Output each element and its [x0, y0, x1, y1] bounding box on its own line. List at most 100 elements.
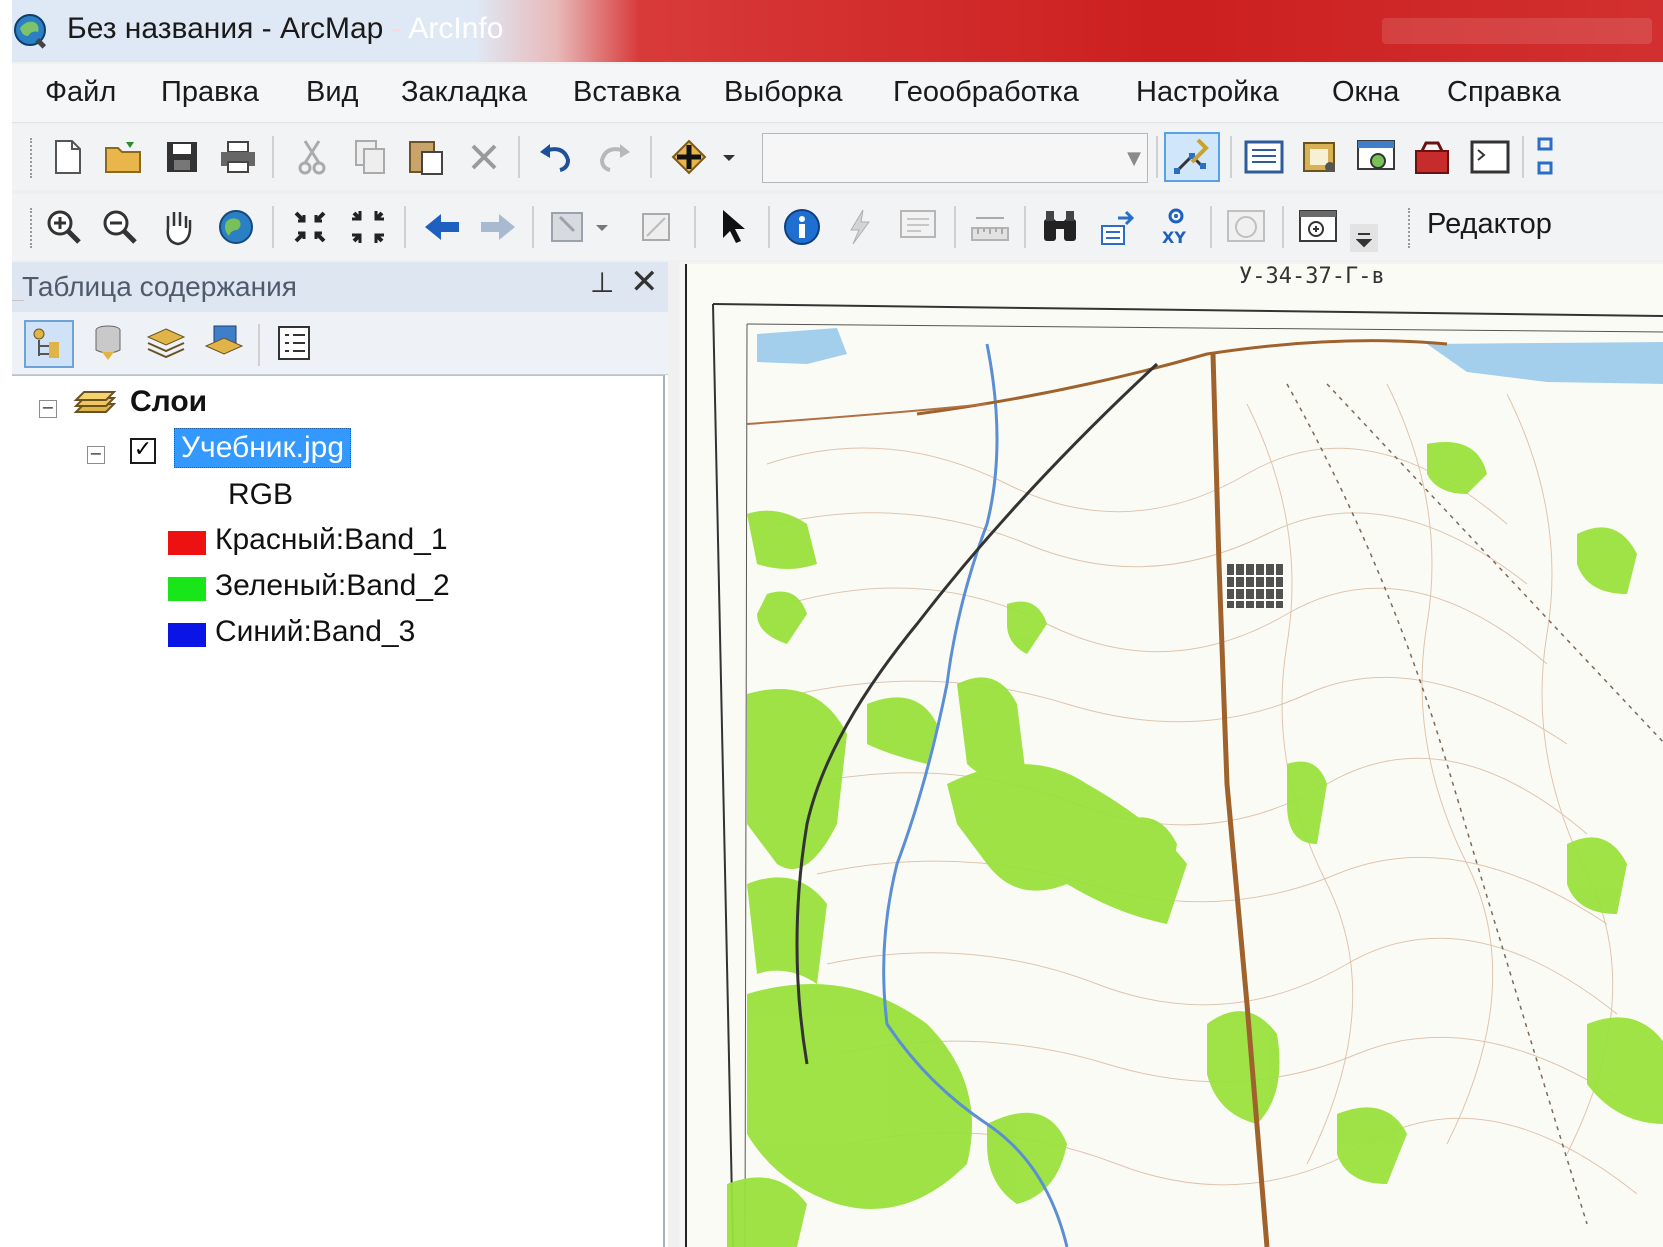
go-to-xy-icon[interactable]: XY: [1154, 205, 1198, 249]
toc-header: Таблица содержания ⊥ ✕: [12, 262, 668, 312]
save-icon[interactable]: [160, 135, 204, 179]
title-bar: Без названия - ArcMap - ArcInfo: [12, 0, 1663, 62]
layer-visibility-checkbox[interactable]: ✓: [130, 438, 156, 464]
copy-icon[interactable]: [348, 135, 392, 179]
toolbar-grip[interactable]: [1408, 208, 1414, 248]
menu-windows[interactable]: Окна: [1332, 76, 1399, 109]
editor-toolbar-icon[interactable]: [1164, 132, 1220, 182]
divider-line: [12, 300, 24, 301]
full-extent-globe-icon[interactable]: [214, 205, 258, 249]
arctoolbox-icon[interactable]: [1410, 135, 1454, 179]
python-window-icon[interactable]: [1468, 135, 1512, 179]
blue-band-swatch[interactable]: [168, 623, 206, 647]
print-icon[interactable]: [216, 135, 260, 179]
raster-layer-name[interactable]: Учебник.jpg: [174, 428, 352, 468]
toolbar-separator: [954, 206, 956, 248]
undo-icon[interactable]: [534, 135, 578, 179]
find-binoculars-icon[interactable]: [1038, 205, 1082, 249]
title-blur: [1382, 18, 1652, 44]
toc-title: Таблица содержания: [22, 271, 297, 302]
paste-icon[interactable]: [404, 135, 448, 179]
svg-text:XY: XY: [1162, 228, 1186, 247]
close-icon[interactable]: ✕: [630, 262, 659, 302]
hyperlink-icon[interactable]: [838, 205, 882, 249]
fixed-zoom-out-icon[interactable]: [346, 205, 390, 249]
list-by-visibility-icon[interactable]: [144, 321, 188, 365]
editor-menu-button[interactable]: Редактор: [1427, 208, 1552, 241]
red-band-label: Красный:Band_1: [215, 523, 448, 556]
zoom-out-icon[interactable]: [98, 205, 142, 249]
green-band-swatch[interactable]: [168, 577, 206, 601]
menu-geoprocessing[interactable]: Геообработка: [893, 76, 1079, 109]
toolbar-separator: [1230, 136, 1232, 178]
time-slider-icon[interactable]: [1224, 205, 1268, 249]
layer-tree: − Слои − ✓ Учебник.jpg RGB Красный:Band_…: [12, 375, 665, 1247]
map-display[interactable]: У-34-37-Г-в: [679, 262, 1663, 1247]
menu-selection[interactable]: Выборка: [724, 76, 843, 109]
toolbar-grip[interactable]: [30, 208, 36, 248]
menu-bookmarks[interactable]: Закладка: [401, 76, 527, 109]
zoom-in-icon[interactable]: [42, 205, 86, 249]
menu-insert[interactable]: Вставка: [573, 76, 681, 109]
select-elements-arrow-icon[interactable]: [710, 205, 754, 249]
toolbar-options-chevron-icon[interactable]: [1350, 224, 1378, 252]
toolbar-separator: [694, 206, 696, 248]
search-window-icon[interactable]: [1354, 135, 1398, 179]
toolbar-grip[interactable]: [30, 138, 36, 178]
toolbar-separator: [532, 206, 534, 248]
fixed-zoom-in-icon[interactable]: [288, 205, 332, 249]
magnifier-window-icon[interactable]: [1296, 205, 1340, 249]
toolbar-separator: [1024, 206, 1026, 248]
menu-file[interactable]: Файл: [45, 76, 116, 109]
list-by-selection-icon[interactable]: [202, 321, 246, 365]
identify-info-icon[interactable]: [780, 205, 824, 249]
menu-view[interactable]: Вид: [306, 76, 358, 109]
menu-bar: Файл Правка Вид Закладка Вставка Выборка…: [12, 64, 1663, 123]
new-document-icon[interactable]: [46, 135, 90, 179]
layers-group-label[interactable]: Слои: [130, 385, 207, 419]
pin-icon[interactable]: ⊥: [590, 266, 614, 299]
toolbar-separator: [1522, 136, 1524, 178]
list-by-drawing-order-icon[interactable]: [24, 320, 74, 368]
menu-help[interactable]: Справка: [1447, 76, 1561, 109]
redo-icon[interactable]: [592, 135, 636, 179]
delete-icon[interactable]: [462, 135, 506, 179]
standard-toolbar: ▼: [12, 124, 1663, 190]
toolbar-separator: [1282, 206, 1284, 248]
menu-customize[interactable]: Настройка: [1136, 76, 1279, 109]
chevron-down-icon[interactable]: ▼: [1127, 148, 1141, 169]
toolbar-separator: [258, 324, 260, 366]
cut-icon[interactable]: [290, 135, 334, 179]
open-folder-icon[interactable]: [102, 135, 146, 179]
html-popup-icon[interactable]: [896, 205, 940, 249]
toolbar-separator: [768, 206, 770, 248]
select-features-icon[interactable]: [546, 205, 616, 249]
pan-hand-icon[interactable]: [156, 205, 200, 249]
toc-toolbar: [12, 312, 668, 375]
measure-icon[interactable]: [968, 205, 1012, 249]
find-route-icon[interactable]: [1096, 205, 1140, 249]
clear-selection-icon[interactable]: [634, 205, 678, 249]
table-window-icon[interactable]: [1242, 135, 1286, 179]
arcmap-app-icon: [14, 14, 47, 49]
toc-options-icon[interactable]: [272, 321, 316, 365]
collapse-layer-toggle[interactable]: −: [87, 446, 105, 464]
topographic-map-drawing: [712, 303, 1663, 1247]
menu-edit[interactable]: Правка: [161, 76, 259, 109]
layers-group-icon: [73, 391, 116, 413]
collapse-layers-toggle[interactable]: −: [39, 400, 57, 418]
add-data-icon[interactable]: [664, 135, 744, 179]
list-by-source-icon[interactable]: [86, 321, 130, 365]
forward-arrow-icon[interactable]: [476, 205, 520, 249]
catalog-icon[interactable]: [1298, 135, 1342, 179]
blue-band-label: Синий:Band_3: [215, 615, 416, 648]
topographic-map-image[interactable]: У-34-37-Г-в: [685, 264, 1663, 1247]
model-builder-icon[interactable]: [1532, 135, 1558, 179]
red-band-swatch[interactable]: [168, 531, 206, 555]
table-of-contents-panel: Таблица содержания ⊥ ✕ − Слои − ✓ Учебни…: [12, 262, 668, 1247]
window-title: Без названия - ArcMap - ArcInfo: [67, 12, 504, 45]
green-band-label: Зеленый:Band_2: [215, 569, 450, 602]
map-scale-combo[interactable]: ▼: [762, 133, 1148, 183]
toolbar-separator: [1210, 206, 1212, 248]
back-arrow-icon[interactable]: [420, 205, 464, 249]
